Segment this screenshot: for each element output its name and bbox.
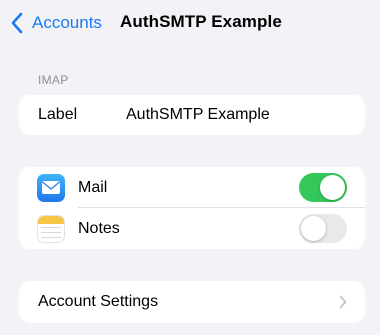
account-settings-label: Account Settings [38,293,159,310]
account-settings-row[interactable]: Account Settings [19,281,365,323]
notes-toggle[interactable] [299,214,347,243]
page-title: AuthSMTP Example [120,12,282,31]
app-row-mail: Mail [19,167,365,208]
settings-group: Account Settings [19,281,365,323]
mail-icon [37,173,65,202]
app-label-mail: Mail [78,178,108,196]
navigation-bar: Accounts AuthSMTP Example [0,0,380,46]
chevron-right-icon [339,295,347,309]
notes-icon [37,214,65,243]
mail-toggle[interactable] [299,173,347,202]
app-row-notes: Notes [19,208,365,249]
app-label-notes: Notes [78,219,120,237]
toggle-knob [301,216,326,241]
screen: Accounts AuthSMTP Example IMAP Label Aut… [0,0,380,335]
imap-group: Label AuthSMTP Example [19,95,365,135]
back-label: Accounts [32,13,102,32]
label-field-title: Label [38,106,78,123]
apps-group: Mail Notes [19,167,365,249]
toggle-knob [320,175,345,200]
back-button[interactable]: Accounts [10,10,102,36]
label-row[interactable]: Label AuthSMTP Example [19,95,365,135]
section-header-imap: IMAP [38,73,69,87]
label-field-value[interactable]: AuthSMTP Example [126,106,270,124]
chevron-left-icon [11,12,23,34]
